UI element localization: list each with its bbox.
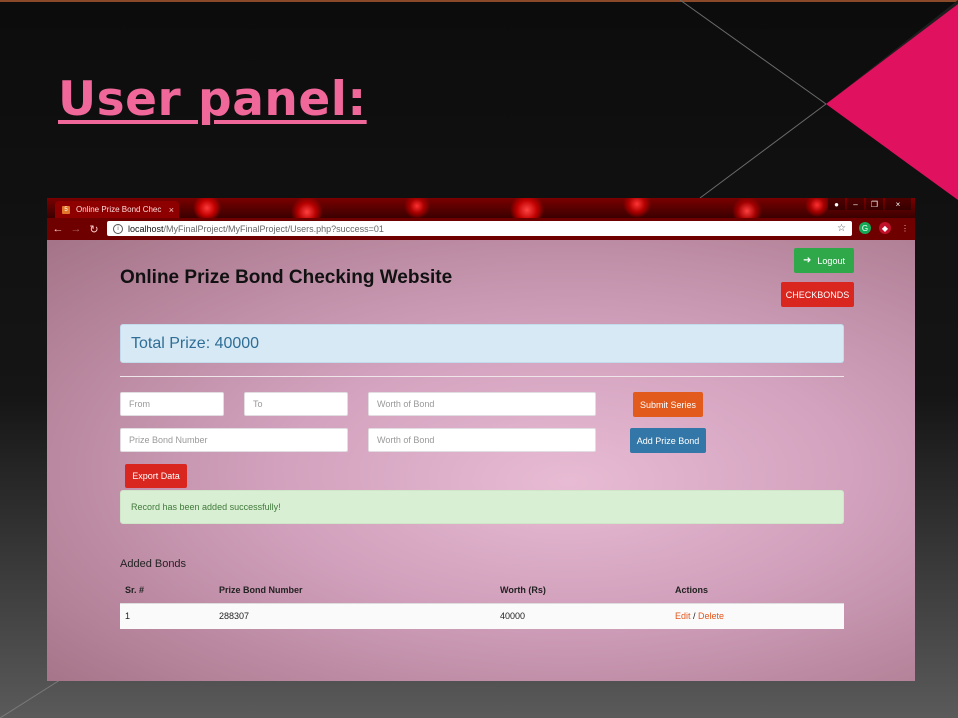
worth-of-bond-input-series[interactable]: Worth of Bond xyxy=(368,392,596,416)
window-controls: ● – ❐ × xyxy=(826,198,911,210)
minimize-button[interactable]: – xyxy=(847,198,864,210)
decor-dark-triangle xyxy=(826,0,958,190)
table-row: 1 288307 40000 Edit / Delete xyxy=(120,603,844,629)
cell-sr: 1 xyxy=(125,611,131,621)
logout-label: Logout xyxy=(817,255,845,266)
decor-line-1 xyxy=(679,0,827,105)
forward-arrow-icon[interactable]: → xyxy=(69,223,83,235)
url-path: /MyFinalProject/MyFinalProject/Users.php… xyxy=(163,223,384,234)
decor-magenta-triangle xyxy=(826,4,958,200)
back-arrow-icon[interactable]: ← xyxy=(51,223,65,235)
tab-bar: 5 Online Prize Bond Chec × ● – ❐ × xyxy=(47,198,915,218)
decor-line-2 xyxy=(699,103,827,199)
maximize-button[interactable]: ❐ xyxy=(866,198,883,210)
divider xyxy=(120,376,844,377)
worth-of-bond-input-single[interactable]: Worth of Bond xyxy=(368,428,596,452)
export-data-button[interactable]: Export Data xyxy=(125,464,187,488)
top-accent-line xyxy=(0,0,958,2)
browser-window: 5 Online Prize Bond Chec × ● – ❐ × ← → ↻… xyxy=(47,198,915,681)
browser-tab[interactable]: 5 Online Prize Bond Chec × xyxy=(55,201,179,218)
checkbonds-button[interactable]: CHECKBONDS xyxy=(781,282,854,307)
submit-series-button[interactable]: Submit Series xyxy=(633,392,703,417)
grammarly-icon[interactable]: G xyxy=(859,222,871,234)
cell-bond-number: 288307 xyxy=(219,611,250,621)
page-title: Online Prize Bond Checking Website xyxy=(120,267,453,288)
web-page: Online Prize Bond Checking Website ➜ Log… xyxy=(47,240,915,681)
header-sr: Sr. # xyxy=(125,585,145,595)
shield-extension-icon[interactable]: ◆ xyxy=(879,222,891,234)
header-worth: Worth (Rs) xyxy=(500,585,546,595)
header-actions: Actions xyxy=(675,585,709,595)
prize-bond-number-input[interactable]: Prize Bond Number xyxy=(120,428,348,452)
logout-button[interactable]: ➜ Logout xyxy=(794,248,854,273)
cell-worth: 40000 xyxy=(500,611,526,621)
address-bar: ← → ↻ i localhost/MyFinalProject/MyFinal… xyxy=(47,218,915,240)
added-bonds-heading: Added Bonds xyxy=(120,558,187,570)
header-bond-number: Prize Bond Number xyxy=(219,585,303,595)
add-prize-bond-button[interactable]: Add Prize Bond xyxy=(630,428,706,453)
total-prize-panel: Total Prize: 40000 xyxy=(120,324,844,363)
slide-title: User panel: xyxy=(58,72,367,127)
info-icon[interactable]: i xyxy=(113,223,123,234)
success-alert: Record has been added successfully! xyxy=(120,490,844,524)
html-icon: 5 xyxy=(62,205,70,214)
profile-icon[interactable]: ● xyxy=(828,198,845,210)
to-input[interactable]: To xyxy=(244,392,348,416)
from-input[interactable]: From xyxy=(120,392,224,416)
tab-close-icon[interactable]: × xyxy=(169,205,174,215)
decor-line-3 xyxy=(0,679,61,718)
url-host: localhost xyxy=(128,223,164,234)
bookmark-star-icon[interactable]: ☆ xyxy=(837,223,846,234)
url-text: localhost/MyFinalProject/MyFinalProject/… xyxy=(128,224,837,234)
close-window-button[interactable]: × xyxy=(885,198,911,210)
menu-dots-icon[interactable]: ⋮ xyxy=(899,222,911,234)
delete-link[interactable]: Delete xyxy=(698,611,724,621)
logout-icon: ➜ xyxy=(803,255,812,266)
tab-title: Online Prize Bond Chec xyxy=(76,205,162,214)
url-field[interactable]: i localhost/MyFinalProject/MyFinalProjec… xyxy=(107,221,852,236)
action-separator: / xyxy=(690,611,699,621)
reload-icon[interactable]: ↻ xyxy=(87,223,101,236)
edit-link[interactable]: Edit xyxy=(675,611,691,621)
cell-actions: Edit / Delete xyxy=(675,611,724,621)
